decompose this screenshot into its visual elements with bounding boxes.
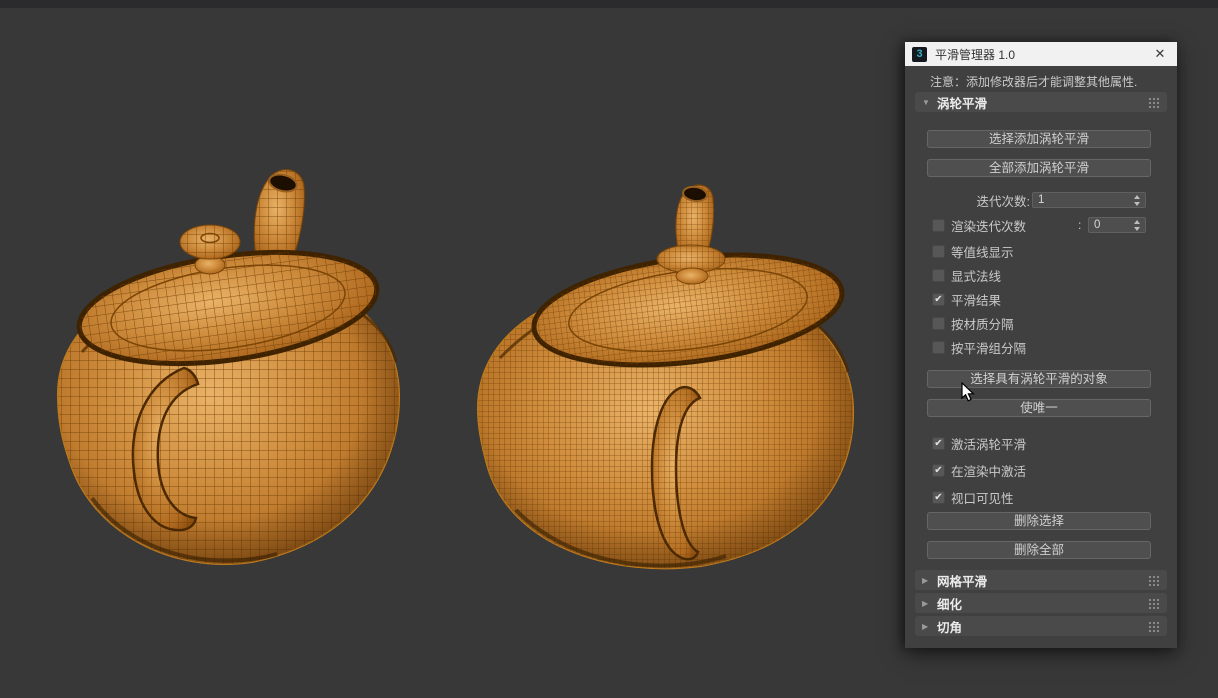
- checkbox-row-isoline: ✔ 等值线显示: [932, 243, 1014, 260]
- separate-by-material-label: 按材质分隔: [951, 317, 1014, 332]
- add-turbosmooth-selected-button[interactable]: 选择添加涡轮平滑: [927, 130, 1151, 148]
- render-iterations-value: 0: [1094, 219, 1101, 231]
- delete-all-button[interactable]: 删除全部: [927, 541, 1151, 559]
- rollout-chamfer[interactable]: ▶ 切角: [915, 616, 1167, 636]
- teapot-right[interactable]: [466, 158, 866, 573]
- iterations-spinner-arrows[interactable]: [1133, 194, 1142, 206]
- teapot-left-spout: [253, 169, 305, 263]
- 3dsmax-logo-icon: 3: [912, 46, 927, 62]
- iterations-input[interactable]: 1: [1032, 192, 1146, 208]
- drag-grip-icon[interactable]: [1148, 598, 1159, 609]
- iterations-value: 1: [1038, 194, 1045, 206]
- checkbox-row-smooth-result: ✔ 平滑结果: [932, 291, 1002, 308]
- select-objects-with-turbosmooth-button[interactable]: 选择具有涡轮平滑的对象: [927, 370, 1151, 388]
- spinner-up-icon[interactable]: [1134, 220, 1140, 224]
- checkbox-row-activate: ✔ 激活涡轮平滑: [932, 435, 1027, 452]
- check-icon: ✔: [934, 437, 943, 449]
- separate-by-smoothing-group-label: 按平滑组分隔: [951, 341, 1027, 356]
- render-iterations-input[interactable]: 0: [1088, 217, 1146, 233]
- close-icon[interactable]: ✕: [1151, 45, 1169, 63]
- iterations-row: 迭代次数:: [905, 192, 1030, 209]
- checkbox-row-explicit-normals: ✔ 显式法线: [932, 267, 1002, 284]
- panel-titlebar[interactable]: 3 平滑管理器 1.0 ✕: [905, 42, 1177, 66]
- render-iterations-label: 渲染迭代次数: [951, 219, 1027, 234]
- drag-grip-icon[interactable]: [1148, 97, 1159, 108]
- check-icon: ✔: [934, 293, 943, 305]
- rollout-meshsmooth[interactable]: ▶ 网格平滑: [915, 570, 1167, 590]
- spinner-down-icon[interactable]: [1134, 202, 1140, 206]
- checkbox-row-sep-smoothgroup: ✔ 按平滑组分隔: [932, 339, 1027, 356]
- drag-grip-icon[interactable]: [1148, 575, 1159, 586]
- separate-by-smoothing-group-checkbox[interactable]: ✔: [932, 340, 945, 354]
- chevron-down-icon: ▼: [922, 97, 930, 107]
- smooth-manager-panel: 3 平滑管理器 1.0 ✕ 注意：添加修改器后才能调整其他属性. ▼ 涡轮平滑 …: [905, 42, 1177, 648]
- isoline-display-checkbox[interactable]: ✔: [932, 244, 945, 258]
- rollout-chamfer-label: 切角: [937, 620, 963, 635]
- activate-turbosmooth-label: 激活涡轮平滑: [951, 437, 1027, 452]
- smooth-result-checkbox[interactable]: ✔: [932, 292, 945, 306]
- chevron-right-icon: ▶: [922, 621, 929, 631]
- activate-in-render-checkbox[interactable]: ✔: [932, 463, 945, 477]
- separate-by-material-checkbox[interactable]: ✔: [932, 316, 945, 330]
- smooth-result-label: 平滑结果: [951, 293, 1002, 308]
- teapot-left[interactable]: [52, 162, 404, 572]
- render-iterations-colon: :: [1078, 218, 1082, 232]
- delete-selected-button[interactable]: 删除选择: [927, 512, 1151, 530]
- chevron-right-icon: ▶: [922, 598, 929, 608]
- make-unique-button[interactable]: 使唯一: [927, 399, 1151, 417]
- checkbox-row-viewport-visibility: ✔ 视口可见性: [932, 489, 1014, 506]
- spinner-up-icon[interactable]: [1134, 195, 1140, 199]
- render-iterations-checkbox[interactable]: ✔: [932, 218, 945, 232]
- chevron-right-icon: ▶: [922, 575, 929, 585]
- explicit-normals-checkbox[interactable]: ✔: [932, 268, 945, 282]
- checkbox-row-activate-render: ✔ 在渲染中激活: [932, 462, 1027, 479]
- spinner-down-icon[interactable]: [1134, 227, 1140, 231]
- check-icon: ✔: [934, 491, 943, 503]
- viewport-3d[interactable]: 3 平滑管理器 1.0 ✕ 注意：添加修改器后才能调整其他属性. ▼ 涡轮平滑 …: [0, 0, 1218, 698]
- checkbox-row-sep-material: ✔ 按材质分隔: [932, 315, 1014, 332]
- rollout-tessellate[interactable]: ▶ 细化: [915, 593, 1167, 613]
- render-iterations-row: ✔ 渲染迭代次数: [932, 217, 1027, 234]
- viewport-visibility-checkbox[interactable]: ✔: [932, 490, 945, 504]
- viewport-top-border: [0, 0, 1218, 8]
- rollout-meshsmooth-label: 网格平滑: [937, 574, 988, 589]
- rollout-turbosmooth-label: 涡轮平滑: [937, 96, 988, 111]
- rollout-tessellate-label: 细化: [937, 597, 963, 612]
- check-icon: ✔: [934, 464, 943, 476]
- drag-grip-icon[interactable]: [1148, 621, 1159, 632]
- add-turbosmooth-all-button[interactable]: 全部添加涡轮平滑: [927, 159, 1151, 177]
- activate-turbosmooth-checkbox[interactable]: ✔: [932, 436, 945, 450]
- iterations-label: 迭代次数:: [976, 194, 1030, 209]
- note-text: 注意：添加修改器后才能调整其他属性.: [930, 75, 1138, 89]
- panel-title: 平滑管理器 1.0: [935, 47, 1016, 62]
- isoline-display-label: 等值线显示: [951, 245, 1014, 260]
- render-iterations-spinner-arrows[interactable]: [1133, 219, 1142, 231]
- rollout-turbosmooth[interactable]: ▼ 涡轮平滑: [915, 92, 1167, 112]
- activate-in-render-label: 在渲染中激活: [951, 464, 1027, 479]
- explicit-normals-label: 显式法线: [951, 269, 1002, 284]
- viewport-visibility-label: 视口可见性: [951, 491, 1014, 506]
